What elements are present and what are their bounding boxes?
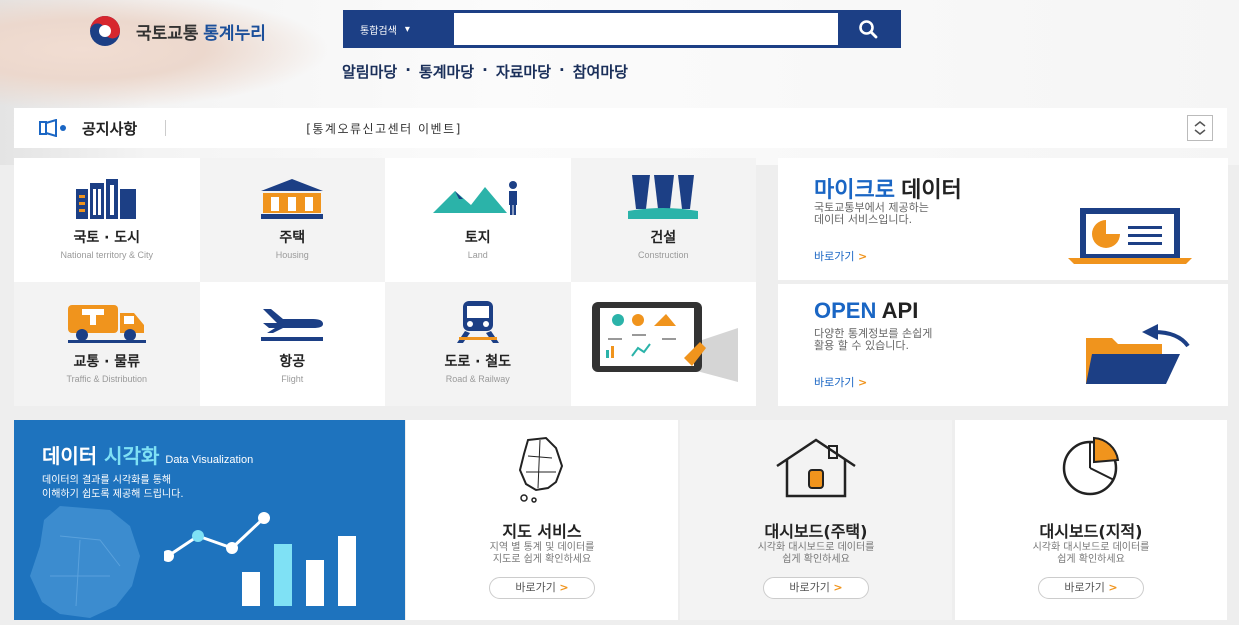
card-title: 대시보드(주택) [764, 522, 868, 541]
card-desc: 시각화 대시보드로 데이터를 쉽게 확인하세요 [1032, 542, 1150, 565]
nav-data-board[interactable]: 자료마당 [496, 61, 551, 82]
micro-data-title: 마이크로 데이터 [814, 177, 962, 202]
map-service-card[interactable]: 지도 서비스 지역 별 통계 및 데이터를 지도로 쉽게 확인하세요 바로가기 > [406, 420, 678, 620]
korea-map-icon [518, 436, 564, 503]
nav-participation-board[interactable]: 참여마당 [573, 61, 628, 82]
go-button[interactable]: 바로가기 > [489, 577, 595, 599]
monitor-chart-icon [1068, 208, 1192, 264]
category-construction[interactable]: 건설 Construction [570, 158, 756, 282]
site-logo[interactable]: 국토교통 통계누리 [82, 14, 266, 48]
nav-statistics-board[interactable]: 통계마당 [419, 61, 474, 82]
category-label: 토지 [464, 230, 491, 246]
truck-icon [67, 305, 146, 343]
search-select-label: 통합검색 [360, 25, 397, 37]
tablet-chart-icon [592, 302, 739, 382]
category-label-en: Housing [275, 250, 309, 260]
search-icon [859, 20, 878, 39]
chevron-down-icon[interactable] [1193, 128, 1207, 136]
house-outline-icon [776, 438, 856, 498]
category-traffic[interactable]: 교통 · 물류 Traffic & Distribution [14, 282, 200, 406]
category-label-en: National territory & City [60, 250, 154, 260]
card-title: 지도 서비스 [502, 522, 582, 541]
category-land[interactable]: 토지 Land [385, 158, 571, 282]
category-label: 건설 [650, 230, 677, 246]
cadastral-dashboard-card[interactable]: 대시보드(지적) 시각화 대시보드로 데이터를 쉽게 확인하세요 바로가기 > [955, 420, 1227, 620]
megaphone-icon [39, 119, 66, 137]
pie-chart-icon [1062, 436, 1120, 496]
category-label: 국토 · 도시 [73, 230, 141, 246]
chevron-up-icon[interactable] [1193, 120, 1207, 128]
taegeuk-logo-icon [90, 16, 120, 46]
open-api-title: OPEN API [814, 298, 919, 323]
category-label-en: Traffic & Distribution [66, 374, 148, 384]
go-button[interactable]: 바로가기 > [1038, 577, 1144, 599]
category-housing[interactable]: 주택 Housing [199, 158, 385, 282]
micro-data-panel[interactable]: 마이크로 데이터 국토교통부에서 제공하는 데이터 서비스입니다. 바로가기 > [778, 158, 1228, 280]
category-label-en: Land [467, 250, 488, 260]
category-label: 도로 · 철도 [444, 354, 512, 370]
data-viz-desc: 데이터의 결과를 시각화를 통해 이해하기 쉽도록 제공해 드립니다. [42, 475, 184, 500]
card-desc: 시각화 대시보드로 데이터를 쉽게 확인하세요 [757, 542, 875, 565]
search-input[interactable] [454, 13, 838, 45]
tablet-illustration [570, 282, 756, 406]
nav-separator: · [405, 61, 411, 79]
airplane-icon [261, 309, 324, 341]
search-button[interactable] [838, 13, 898, 45]
logo-main: 통계누리 [203, 23, 266, 43]
category-label-en: Construction [637, 250, 689, 260]
notice-title: 공지사항 [82, 119, 138, 138]
go-button[interactable]: 바로가기 > [763, 577, 869, 599]
open-api-link[interactable]: 바로가기 > [814, 374, 867, 390]
category-city[interactable]: 국토 · 도시 National territory & City [14, 158, 200, 282]
category-label-en: Flight [281, 374, 304, 384]
caret-down-icon: ▾ [404, 23, 410, 35]
data-viz-title: 데이터 시각화 Data Visualization [42, 444, 254, 468]
category-flight[interactable]: 항공 Flight [199, 282, 385, 406]
open-api-desc: 다양한 통계정보를 손쉽게 활용 할 수 있습니다. [814, 327, 933, 352]
nav-separator: · [559, 61, 565, 79]
card-desc: 지역 별 통계 및 데이터를 지도로 쉽게 확인하세요 [489, 542, 595, 565]
construction-icon [628, 175, 699, 219]
category-label-en: Road & Railway [445, 374, 510, 384]
micro-data-link[interactable]: 바로가기 > [814, 248, 867, 264]
folder-arrow-icon [1086, 324, 1190, 384]
nav-separator: · [482, 61, 488, 79]
nav-notice-board[interactable]: 알림마당 [342, 61, 397, 82]
notice-divider [165, 120, 167, 136]
line-bar-chart-illustration [164, 512, 356, 606]
search-bar: 통합검색 ▾ [343, 10, 901, 48]
micro-data-desc: 국토교통부에서 제공하는 데이터 서비스입니다. [814, 201, 929, 226]
korea-map-illustration [30, 506, 140, 618]
top-navigation: 알림마당 · 통계마당 · 자료마당 · 참여마당 [342, 61, 628, 82]
city-icon [75, 179, 136, 219]
category-label: 교통 · 물류 [73, 354, 141, 370]
housing-dashboard-card[interactable]: 대시보드(주택) 시각화 대시보드로 데이터를 쉽게 확인하세요 바로가기 > [680, 420, 952, 620]
notice-bar: 공지사항 [통계오류신고센터 이벤트] [14, 108, 1227, 148]
train-icon [456, 301, 499, 343]
open-api-panel[interactable]: OPEN API 다양한 통계정보를 손쉽게 활용 할 수 있습니다. 바로가기 … [778, 284, 1228, 406]
logo-prefix: 국토교통 [136, 23, 199, 43]
card-title: 대시보드(지적) [1039, 522, 1143, 541]
land-icon [432, 181, 517, 215]
category-label: 항공 [279, 354, 306, 370]
notice-scroll-arrows[interactable] [1187, 115, 1213, 141]
house-icon [261, 179, 324, 219]
search-category-select[interactable]: 통합검색 ▾ [346, 13, 454, 45]
category-grid: 국토 · 도시 National territory & City 주택 Hou… [14, 158, 756, 406]
notice-headline-link[interactable]: [통계오류신고센터 이벤트] [306, 120, 462, 137]
category-road-railway[interactable]: 도로 · 철도 Road & Railway [385, 282, 571, 406]
category-label: 주택 [279, 230, 306, 246]
data-visualization-banner[interactable]: 데이터 시각화 Data Visualization 데이터의 결과를 시각화를 … [14, 420, 405, 620]
